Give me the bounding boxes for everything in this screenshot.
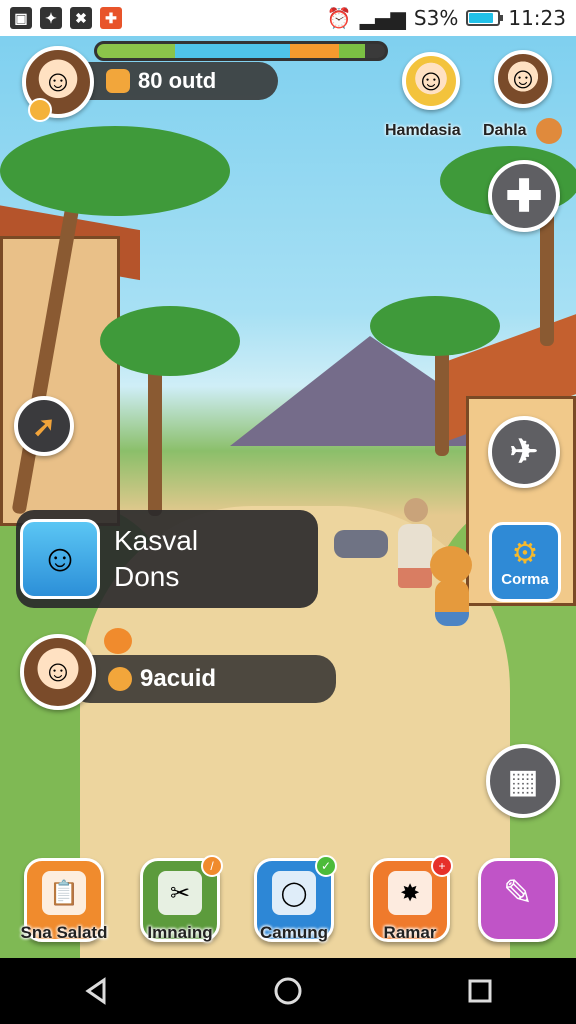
recents-button[interactable] <box>460 971 500 1011</box>
health-bar-segment <box>364 44 385 58</box>
coin-icon <box>108 667 132 691</box>
health-bar-segment <box>338 44 365 58</box>
blonde-girl-avatar-icon[interactable]: ☺ <box>402 52 460 110</box>
action-button[interactable]: ✂ / Imnaing <box>140 855 223 942</box>
action-label: Sna Salatd <box>20 923 108 942</box>
navigation-bar <box>0 958 576 1024</box>
sun-burst-icon: ✸ <box>388 871 432 915</box>
add-button[interactable]: ✚ <box>488 160 560 232</box>
speech-badge-icon <box>104 628 132 654</box>
signal-text: S3% <box>413 6 459 30</box>
coins-text: 80 outd <box>138 68 217 93</box>
friend-name: Hamdasia <box>385 122 461 139</box>
home-button[interactable] <box>268 971 308 1011</box>
secondary-pill[interactable]: 9acuid <box>70 655 336 703</box>
notification-icons: ▣ ✦ ✖ ✚ <box>10 7 122 29</box>
quest-card[interactable]: ☺ Kasval Dons <box>16 510 318 608</box>
palm-trunk <box>148 356 162 516</box>
alarm-icon: ⏰ <box>326 6 352 30</box>
battery-fill <box>469 13 494 23</box>
ad-icon: ✚ <box>100 7 122 29</box>
chat-bubble-icon: ◯ <box>272 871 316 915</box>
quest-line2: Dons <box>114 561 180 592</box>
action-button[interactable]: ✸ + Ramar <box>370 855 453 942</box>
pencil-icon: ✎ <box>502 872 534 913</box>
villager-body <box>398 524 432 588</box>
villager[interactable] <box>398 498 434 594</box>
clipboard-icon: 📋 <box>42 871 86 915</box>
flame-icon: ➚ <box>32 410 56 442</box>
edit-button[interactable]: ✎ <box>478 858 558 942</box>
bear-head <box>430 546 472 584</box>
game-scene[interactable] <box>0 36 576 958</box>
pet-icon <box>536 118 562 144</box>
notification-badge: + <box>431 855 453 877</box>
bear-body <box>435 580 469 626</box>
palm-leaves <box>0 126 230 216</box>
action-button[interactable]: 📋 Sna Salatd <box>21 858 107 942</box>
health-bar <box>94 41 388 61</box>
coins-pill[interactable]: 80 outd <box>70 62 278 100</box>
status-bar: ▣ ✦ ✖ ✚ ⏰ ▂▄▆ S3% 11:23 <box>0 0 576 36</box>
villager-head <box>404 498 428 522</box>
corma-label: Corma <box>501 571 549 588</box>
action-label: Ramar <box>383 923 437 942</box>
grid-button[interactable]: ▦ <box>486 744 560 818</box>
palm-leaves <box>370 296 500 356</box>
airplane-icon: ✈ <box>509 433 539 471</box>
gear-icon: ⚙ <box>511 537 539 570</box>
health-bar-segment <box>289 44 339 58</box>
signal-icon: ▂▄▆ <box>359 6 406 30</box>
palm-leaves <box>100 306 240 376</box>
grid-icon: ▦ <box>507 763 539 799</box>
system-indicators: ⏰ ▂▄▆ S3% 11:23 <box>327 6 566 30</box>
car[interactable] <box>334 530 388 558</box>
fairy-girl-avatar-icon[interactable]: ☺ <box>494 50 552 108</box>
quest-text: Kasval Dons <box>114 523 198 595</box>
boost-button[interactable]: ➚ <box>14 396 74 456</box>
crossed-tools-icon: ✂ <box>158 871 202 915</box>
secondary-pill-text: 9acuid <box>140 665 217 692</box>
notification-badge: / <box>201 855 223 877</box>
action-label: Imnaing <box>147 923 213 942</box>
plus-icon: ✚ <box>505 171 543 221</box>
image-icon: ▣ <box>10 7 32 29</box>
action-button[interactable]: ◯ ✓ Camung <box>254 855 337 942</box>
health-bar-segment <box>174 44 290 58</box>
airplane-button[interactable]: ✈ <box>488 416 560 488</box>
bear-character[interactable] <box>430 546 474 636</box>
clock: 11:23 <box>508 6 566 30</box>
health-bar-segment <box>97 44 175 58</box>
notification-badge: ✓ <box>315 855 337 877</box>
corma-button[interactable]: ⚙ Corma <box>489 522 561 602</box>
level-badge-icon <box>28 98 52 122</box>
friend-name: Dahla <box>483 122 527 139</box>
game-icon: ✖ <box>70 7 92 29</box>
coin-icon <box>106 69 130 93</box>
back-button[interactable] <box>76 971 116 1011</box>
explorer-girl-icon: ☺ <box>20 519 100 599</box>
battery-icon <box>466 10 504 26</box>
quest-line1: Kasval <box>114 525 199 556</box>
settings-icon: ✦ <box>40 7 62 29</box>
action-label: Camung <box>260 923 328 942</box>
girl-avatar-icon[interactable]: ☺ <box>20 634 96 710</box>
